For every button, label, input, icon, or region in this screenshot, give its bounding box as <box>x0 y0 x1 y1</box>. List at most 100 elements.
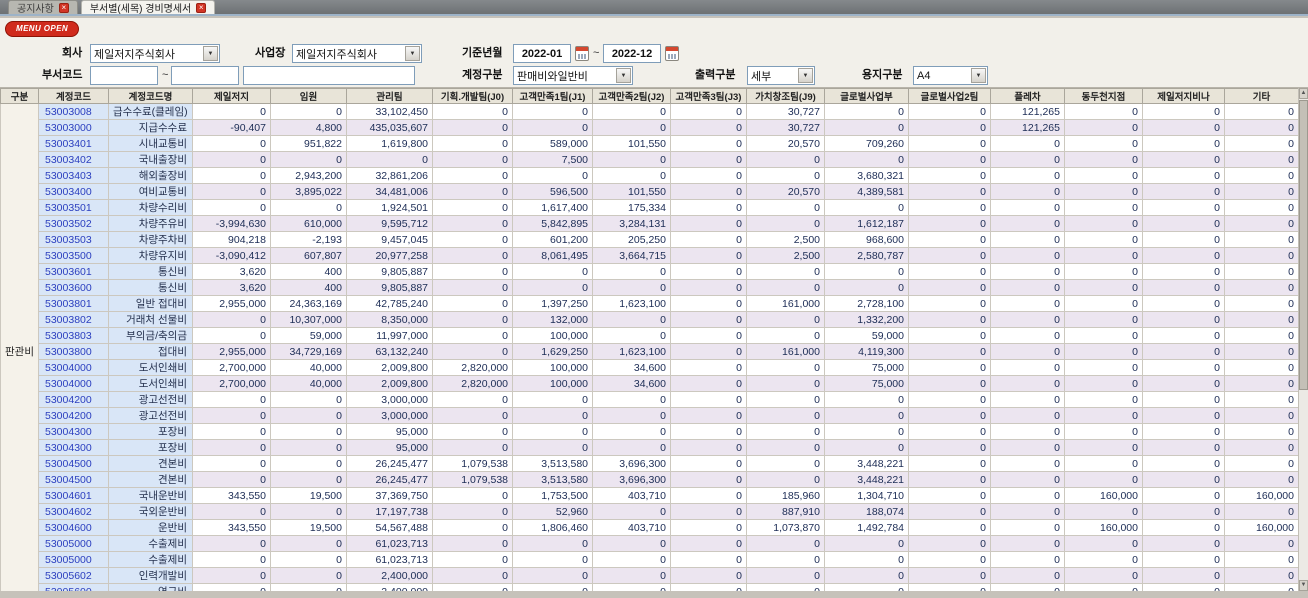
amount-cell[interactable]: 0 <box>1224 135 1298 152</box>
table-row[interactable]: 53003803 부의금/축의금 0 59,000 11,997,000 0 100,000… <box>1 327 1298 344</box>
account-code-cell[interactable]: 53004200 <box>38 391 109 408</box>
amount-cell[interactable]: 1,924,501 <box>346 199 433 216</box>
amount-cell[interactable]: 0 <box>908 487 991 504</box>
amount-cell[interactable]: 9,805,887 <box>346 279 433 296</box>
table-row[interactable]: 53004602 국외운반비 0 0 17,197,738 0 52,960 0 0 887,91… <box>1 503 1298 520</box>
amount-cell[interactable]: 0 <box>1064 583 1143 591</box>
amount-cell[interactable]: 0 <box>990 455 1065 472</box>
amount-cell[interactable]: 1,617,400 <box>512 199 593 216</box>
account-name-cell[interactable]: 급수수료(클레임) <box>108 103 193 120</box>
amount-cell[interactable]: 601,200 <box>512 231 593 248</box>
amount-cell[interactable]: 0 <box>908 423 991 440</box>
amount-cell[interactable]: 0 <box>192 327 271 344</box>
amount-cell[interactable]: 0 <box>592 391 671 408</box>
amount-cell[interactable]: 0 <box>824 199 909 216</box>
amount-cell[interactable]: 3,696,300 <box>592 455 671 472</box>
amount-cell[interactable]: 61,023,713 <box>346 551 433 568</box>
amount-cell[interactable]: 0 <box>990 279 1065 296</box>
amount-cell[interactable]: 0 <box>1224 183 1298 200</box>
amount-cell[interactable]: 0 <box>432 583 513 591</box>
amount-cell[interactable]: 2,700,000 <box>192 375 271 392</box>
amount-cell[interactable]: 0 <box>1142 583 1225 591</box>
amount-cell[interactable]: 40,000 <box>270 375 347 392</box>
amount-cell[interactable]: 0 <box>670 215 747 232</box>
amount-cell[interactable]: 3,000,000 <box>346 407 433 424</box>
amount-cell[interactable]: 0 <box>432 567 513 584</box>
column-header[interactable]: 플레차 <box>990 88 1065 104</box>
amount-cell[interactable]: 0 <box>1142 503 1225 520</box>
amount-cell[interactable]: 0 <box>1064 327 1143 344</box>
amount-cell[interactable]: 0 <box>192 535 271 552</box>
amount-cell[interactable]: 0 <box>192 583 271 591</box>
amount-cell[interactable]: 0 <box>824 119 909 136</box>
amount-cell[interactable]: 0 <box>990 199 1065 216</box>
amount-cell[interactable]: 0 <box>270 423 347 440</box>
table-row[interactable]: 53005000 수출제비 0 0 61,023,713 0 0 0 0 0 0 0 0 0 0 0 <box>1 551 1298 568</box>
amount-cell[interactable]: 0 <box>670 391 747 408</box>
amount-cell[interactable]: 0 <box>1142 439 1225 456</box>
amount-cell[interactable]: -3,090,412 <box>192 247 271 264</box>
column-header[interactable]: 기타 <box>1224 88 1298 104</box>
amount-cell[interactable]: 0 <box>1064 183 1143 200</box>
account-name-cell[interactable]: 차량수리비 <box>108 199 193 216</box>
amount-cell[interactable]: 0 <box>990 311 1065 328</box>
amount-cell[interactable]: 951,822 <box>270 135 347 152</box>
amount-cell[interactable]: 0 <box>512 391 593 408</box>
amount-cell[interactable]: 0 <box>1142 215 1225 232</box>
amount-cell[interactable]: 3,664,715 <box>592 247 671 264</box>
amount-cell[interactable]: 0 <box>746 439 825 456</box>
amount-cell[interactable]: -2,193 <box>270 231 347 248</box>
amount-cell[interactable]: 0 <box>1224 119 1298 136</box>
amount-cell[interactable]: 0 <box>1142 535 1225 552</box>
amount-cell[interactable]: 0 <box>670 439 747 456</box>
account-name-cell[interactable]: 여비교통비 <box>108 183 193 200</box>
amount-cell[interactable]: 161,000 <box>746 295 825 312</box>
amount-cell[interactable]: 0 <box>1142 311 1225 328</box>
amount-cell[interactable]: 0 <box>270 455 347 472</box>
amount-cell[interactable]: 3,284,131 <box>592 215 671 232</box>
column-header[interactable]: 구분 <box>0 88 39 104</box>
amount-cell[interactable]: 403,710 <box>592 487 671 504</box>
amount-cell[interactable]: 0 <box>746 279 825 296</box>
table-row[interactable]: 53003600 통신비 3,620 400 9,805,887 0 0 0 0 0 0 0 0 0 0 0 <box>1 279 1298 296</box>
table-row[interactable]: 53003500 차량유지비 -3,090,412 607,807 20,977,258… <box>1 247 1298 264</box>
account-name-cell[interactable]: 통신비 <box>108 263 193 280</box>
amount-cell[interactable]: 188,074 <box>824 503 909 520</box>
amount-cell[interactable]: 0 <box>192 503 271 520</box>
table-row[interactable]: 53004601 국내운반비 343,550 19,500 37,369,750 0 1,7… <box>1 487 1298 504</box>
amount-cell[interactable]: 0 <box>990 551 1065 568</box>
amount-cell[interactable]: 0 <box>1224 503 1298 520</box>
amount-cell[interactable]: 0 <box>1224 215 1298 232</box>
column-header[interactable]: 계정코드 <box>38 88 109 104</box>
amount-cell[interactable]: 0 <box>746 535 825 552</box>
table-row[interactable]: 53003802 거래처 선물비 0 10,307,000 8,350,000 0 132,… <box>1 311 1298 328</box>
amount-cell[interactable]: 0 <box>1224 311 1298 328</box>
table-row[interactable]: 53003503 차량주차비 904,218 -2,193 9,457,045 0 601,… <box>1 231 1298 248</box>
amount-cell[interactable]: 0 <box>824 535 909 552</box>
account-name-cell[interactable]: 거래처 선물비 <box>108 311 193 328</box>
amount-cell[interactable]: 0 <box>746 167 825 184</box>
amount-cell[interactable]: 0 <box>908 183 991 200</box>
amount-cell[interactable]: 0 <box>192 391 271 408</box>
account-name-cell[interactable]: 견본비 <box>108 471 193 488</box>
account-type-select[interactable]: 판매비와일반비 ▼ <box>513 66 633 85</box>
amount-cell[interactable]: 0 <box>670 135 747 152</box>
amount-cell[interactable]: 0 <box>1064 391 1143 408</box>
amount-cell[interactable]: 0 <box>1064 311 1143 328</box>
dept-name-field[interactable] <box>243 66 415 85</box>
amount-cell[interactable]: 11,997,000 <box>346 327 433 344</box>
amount-cell[interactable]: 343,550 <box>192 519 271 536</box>
amount-cell[interactable]: 0 <box>1064 215 1143 232</box>
amount-cell[interactable]: 0 <box>192 151 271 168</box>
amount-cell[interactable]: 0 <box>592 119 671 136</box>
amount-cell[interactable]: 0 <box>432 279 513 296</box>
amount-cell[interactable]: 0 <box>746 391 825 408</box>
amount-cell[interactable]: 2,955,000 <box>192 295 271 312</box>
amount-cell[interactable]: 1,806,460 <box>512 519 593 536</box>
amount-cell[interactable]: 0 <box>1064 295 1143 312</box>
account-name-cell[interactable]: 연구비 <box>108 583 193 591</box>
amount-cell[interactable]: 101,550 <box>592 135 671 152</box>
amount-cell[interactable]: 0 <box>1142 455 1225 472</box>
amount-cell[interactable]: 1,492,784 <box>824 519 909 536</box>
amount-cell[interactable]: 0 <box>990 151 1065 168</box>
